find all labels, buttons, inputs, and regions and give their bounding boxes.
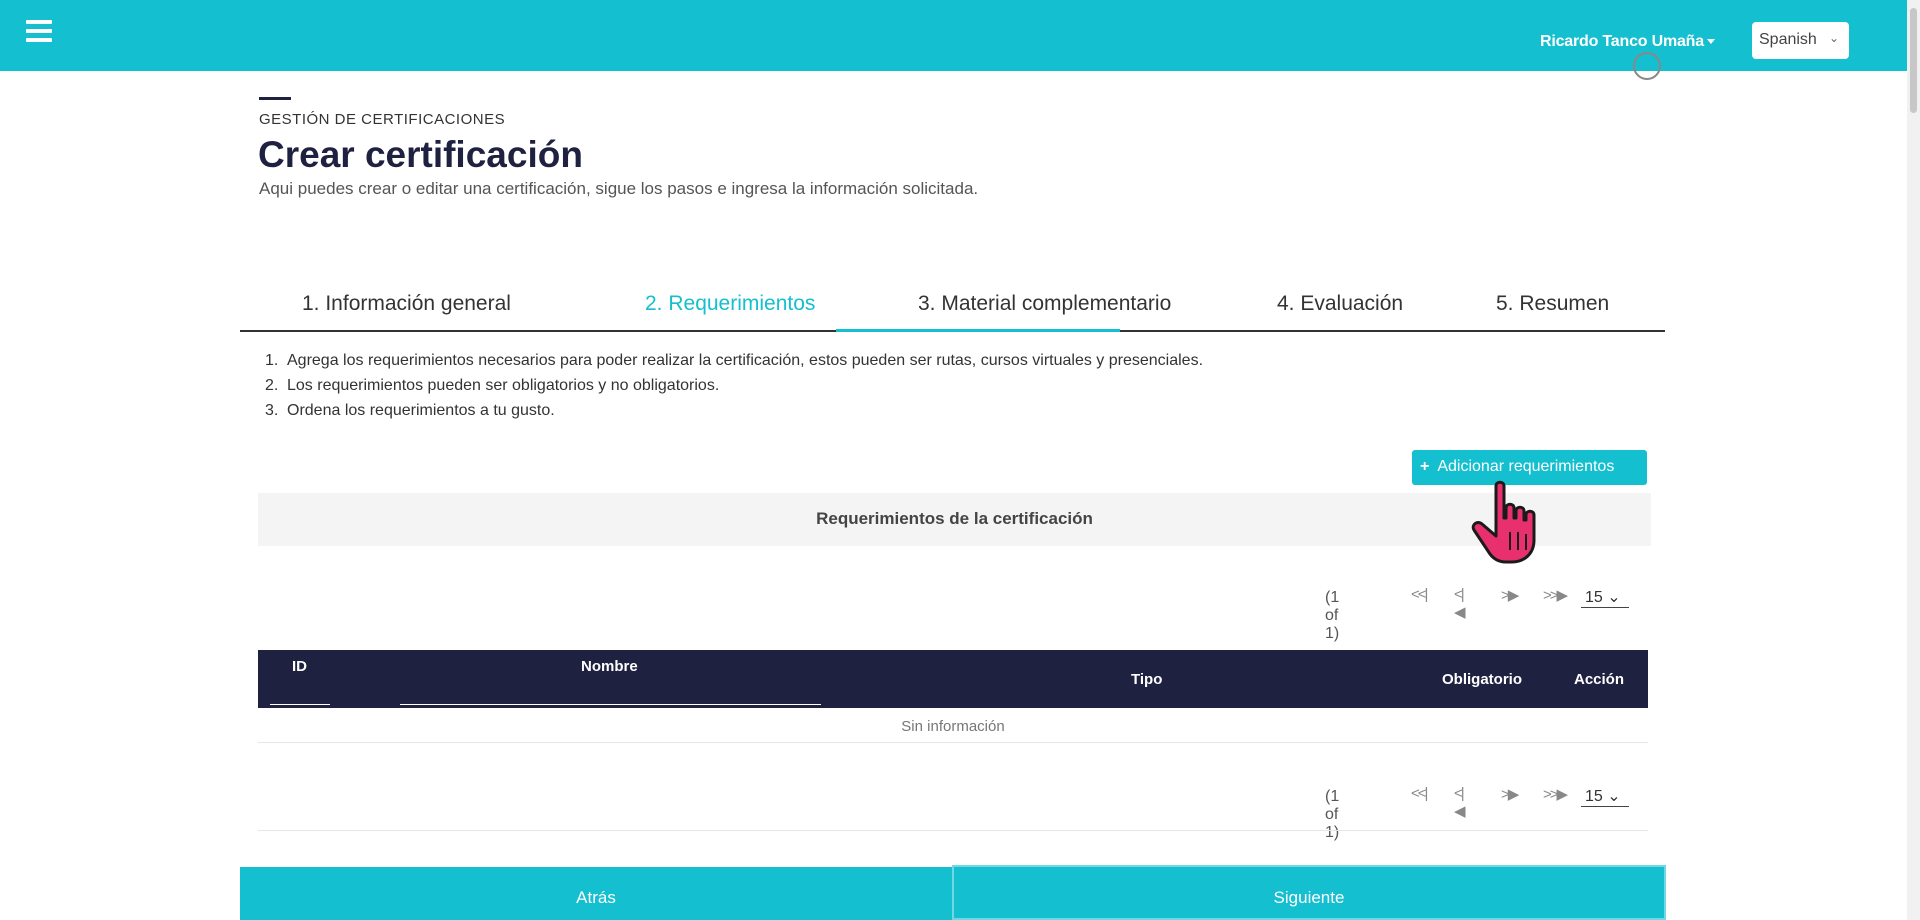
list-item: 2. Los requerimientos pueden ser obligato… xyxy=(265,377,1203,402)
tab-informacion-general[interactable]: 1. Información general xyxy=(302,292,511,316)
caret-down-icon xyxy=(1706,39,1715,45)
list-item: 1. Agrega los requerimientos necesarios p… xyxy=(265,352,1203,377)
divider xyxy=(258,830,1648,831)
section-title: Requerimientos de la certificación xyxy=(258,493,1651,546)
column-tipo[interactable]: Tipo xyxy=(1131,671,1162,688)
next-page-icon[interactable]: >▶ xyxy=(1501,785,1519,803)
rows-per-page-value: 15 xyxy=(1585,589,1603,606)
empty-table-message: Sin información xyxy=(258,708,1648,743)
next-button[interactable]: Siguiente xyxy=(952,865,1666,920)
tab-resumen[interactable]: 5. Resumen xyxy=(1496,292,1609,316)
page-subtitle: Aqui puedes crear o editar una certifica… xyxy=(259,179,979,198)
table-header: ID Nombre Tipo Obligatorio Acción xyxy=(258,650,1648,708)
scrollbar-thumb[interactable] xyxy=(1910,8,1917,113)
list-item: 3. Ordena los requerimientos a tu gusto. xyxy=(265,402,1203,427)
plus-icon: + xyxy=(1420,458,1430,475)
hamburger-menu-icon[interactable] xyxy=(26,20,52,44)
list-number: 3. xyxy=(265,402,279,419)
tab-material-complementario[interactable]: 3. Material complementario xyxy=(918,292,1171,316)
title-accent-line xyxy=(259,97,291,100)
language-value: Spanish xyxy=(1759,31,1817,48)
prev-page-icon[interactable]: <|◀ xyxy=(1454,586,1465,621)
list-number: 1. xyxy=(265,352,279,369)
chevron-down-icon: ⌄ xyxy=(1828,31,1839,45)
active-tab-indicator xyxy=(836,329,1120,332)
last-page-icon[interactable]: >>▶ xyxy=(1543,586,1568,604)
next-page-icon[interactable]: >▶ xyxy=(1501,586,1519,604)
list-text: Los requerimientos pueden ser obligatori… xyxy=(287,377,720,394)
rows-per-page-select[interactable]: 15 ⌄ xyxy=(1581,587,1629,608)
back-button[interactable]: Atrás xyxy=(240,867,952,920)
top-bar: Ricardo Tanco Umaña Spanish ⌄ xyxy=(0,0,1920,71)
help-circle-icon[interactable] xyxy=(1633,52,1661,80)
user-name: Ricardo Tanco Umaña xyxy=(1540,33,1704,50)
scrollbar[interactable] xyxy=(1907,0,1920,920)
page-title: Crear certificación xyxy=(258,134,583,175)
column-id[interactable]: ID xyxy=(292,658,307,675)
list-text: Ordena los requerimientos a tu gusto. xyxy=(287,402,555,419)
nombre-filter-underline[interactable] xyxy=(400,704,821,705)
id-filter-underline[interactable] xyxy=(270,704,330,705)
prev-page-icon[interactable]: <|◀ xyxy=(1454,785,1465,820)
list-number: 2. xyxy=(265,377,279,394)
first-page-icon[interactable]: <<| xyxy=(1411,785,1428,802)
page-report: (1 of 1) xyxy=(1325,589,1340,642)
last-page-icon[interactable]: >>▶ xyxy=(1543,785,1568,803)
column-accion: Acción xyxy=(1574,671,1625,688)
chevron-down-icon: ⌄ xyxy=(1607,589,1621,606)
add-requirements-button[interactable]: + Adicionar requerimientos xyxy=(1412,450,1647,485)
instructions-list: 1. Agrega los requerimientos necesarios p… xyxy=(265,352,1203,427)
chevron-down-icon: ⌄ xyxy=(1607,788,1621,805)
page-report: (1 of 1) xyxy=(1325,788,1340,841)
list-text: Agrega los requerimientos necesarios par… xyxy=(287,352,1204,369)
rows-per-page-value: 15 xyxy=(1585,788,1603,805)
column-obligatorio[interactable]: Obligatorio xyxy=(1442,671,1522,688)
breadcrumb: GESTIÓN DE CERTIFICACIONES xyxy=(259,111,506,128)
first-page-icon[interactable]: <<| xyxy=(1411,586,1428,603)
add-requirements-label: Adicionar requerimientos xyxy=(1437,458,1615,475)
user-menu[interactable]: Ricardo Tanco Umaña xyxy=(1540,33,1715,51)
language-select[interactable]: Spanish ⌄ xyxy=(1752,22,1849,59)
column-nombre[interactable]: Nombre xyxy=(581,658,638,675)
rows-per-page-select[interactable]: 15 ⌄ xyxy=(1581,786,1629,807)
tab-evaluacion[interactable]: 4. Evaluación xyxy=(1277,292,1403,316)
tab-requerimientos[interactable]: 2. Requerimientos xyxy=(645,292,815,316)
step-tabs: 1. Información general 2. Requerimientos… xyxy=(240,282,1665,332)
